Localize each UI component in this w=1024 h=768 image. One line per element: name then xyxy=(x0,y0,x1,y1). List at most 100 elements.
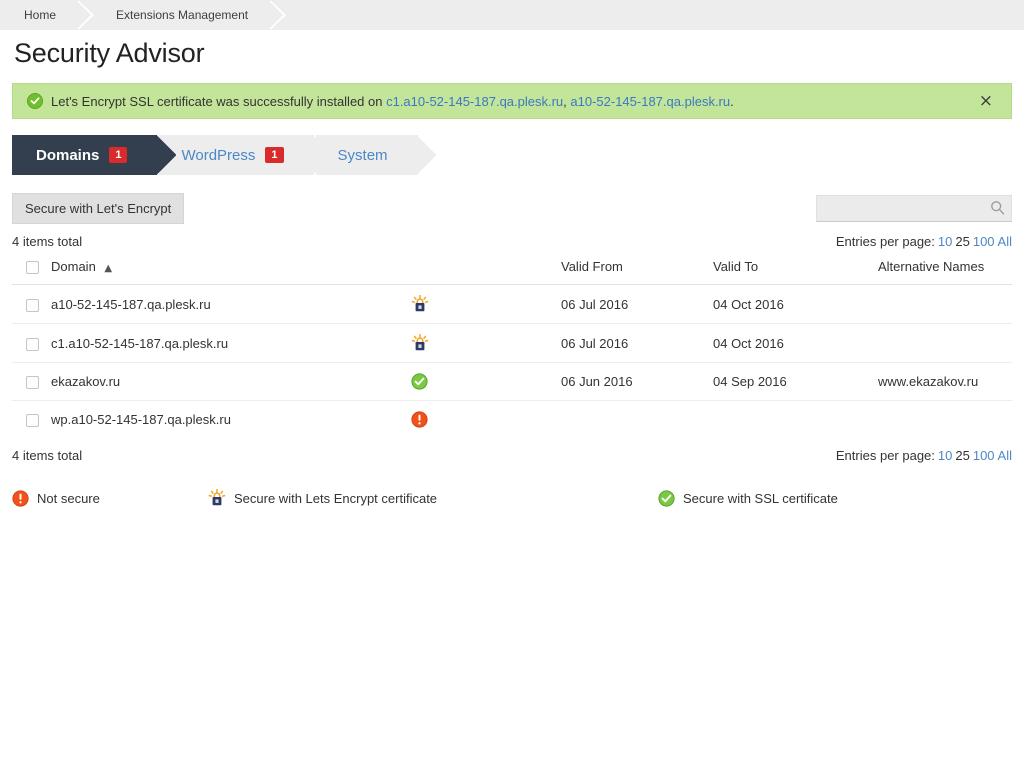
breadcrumb-item-extensions-management[interactable]: Extensions Management xyxy=(94,0,270,30)
entries-option-100[interactable]: 100 xyxy=(973,234,995,249)
table-row[interactable]: ekazakov.ru 06 Jun 2016 04 Sep 2016 www.… xyxy=(12,363,1012,401)
table-header-row: Domain ▲ Valid From Valid To Alternative… xyxy=(12,255,1012,285)
success-banner: Let's Encrypt SSL certificate was succes… xyxy=(12,83,1012,119)
row-select-cell xyxy=(12,324,45,363)
entries-per-page: Entries per page:1025 100All xyxy=(836,448,1012,463)
row-valid-from xyxy=(555,401,707,439)
banner-message: Let's Encrypt SSL certificate was succes… xyxy=(51,95,973,108)
row-domain: c1.a10-52-145-187.qa.plesk.ru xyxy=(45,324,405,363)
column-header-status xyxy=(405,255,555,285)
lets-encrypt-icon xyxy=(208,489,226,507)
entries-option-25-selected[interactable]: 25 xyxy=(955,448,969,463)
legend-label: Secure with SSL certificate xyxy=(683,491,838,506)
items-total-label: 4 items total xyxy=(12,448,82,463)
row-valid-from: 06 Jul 2016 xyxy=(555,324,707,363)
row-select-cell xyxy=(12,401,45,439)
legend-item-lets-encrypt: Secure with Lets Encrypt certificate xyxy=(208,489,658,507)
row-select-cell xyxy=(12,285,45,324)
legend-item-ssl-certificate: Secure with SSL certificate xyxy=(658,490,838,507)
breadcrumb-separator-icon xyxy=(270,0,286,30)
row-alternative-names xyxy=(872,285,1012,324)
column-header-label: Valid From xyxy=(561,259,623,274)
legend-item-not-secure: Not secure xyxy=(12,490,208,507)
breadcrumb-item-label: Extensions Management xyxy=(116,8,248,22)
not-secure-icon xyxy=(12,490,29,507)
row-select-cell xyxy=(12,363,45,401)
lets-encrypt-icon xyxy=(411,334,429,352)
entries-per-page: Entries per page:1025 100All xyxy=(836,234,1012,249)
entries-option-all[interactable]: All xyxy=(998,448,1012,463)
ssl-certificate-icon xyxy=(411,373,428,390)
breadcrumb-separator-icon xyxy=(78,0,94,30)
row-domain: wp.a10-52-145-187.qa.plesk.ru xyxy=(45,401,405,439)
breadcrumb: Home Extensions Management xyxy=(0,0,1024,30)
page-title: Security Advisor xyxy=(0,30,1024,73)
banner-text-after: . xyxy=(730,94,734,109)
tab-bar: Domains 1 WordPress 1 System xyxy=(0,135,1024,175)
row-checkbox[interactable] xyxy=(26,299,39,312)
row-domain: ekazakov.ru xyxy=(45,363,405,401)
lets-encrypt-icon xyxy=(411,295,429,313)
row-status xyxy=(405,285,555,324)
entries-per-page-label: Entries per page: xyxy=(836,448,935,463)
select-all-header xyxy=(12,255,45,285)
select-all-checkbox[interactable] xyxy=(26,261,39,274)
legend-label: Secure with Lets Encrypt certificate xyxy=(234,491,437,506)
tab-domains[interactable]: Domains 1 xyxy=(12,135,157,175)
row-status xyxy=(405,363,555,401)
table-row[interactable]: wp.a10-52-145-187.qa.plesk.ru xyxy=(12,401,1012,439)
domains-table: Domain ▲ Valid From Valid To Alternative… xyxy=(12,255,1012,438)
entries-option-100[interactable]: 100 xyxy=(973,448,995,463)
toolbar: Secure with Let's Encrypt xyxy=(12,193,1012,224)
row-alternative-names: www.ekazakov.ru xyxy=(872,363,1012,401)
entries-option-all[interactable]: All xyxy=(998,234,1012,249)
column-header-valid-from[interactable]: Valid From xyxy=(555,255,707,285)
search-box xyxy=(816,195,1012,222)
search-input[interactable] xyxy=(816,195,1012,222)
banner-domain-link-2[interactable]: a10-52-145-187.qa.plesk.ru xyxy=(570,94,730,109)
row-alternative-names xyxy=(872,401,1012,439)
column-header-domain[interactable]: Domain ▲ xyxy=(45,255,405,285)
entries-option-25-selected[interactable]: 25 xyxy=(955,234,969,249)
row-checkbox[interactable] xyxy=(26,376,39,389)
row-checkbox[interactable] xyxy=(26,414,39,427)
table-row[interactable]: c1.a10-52-145-187.qa.plesk.ru xyxy=(12,324,1012,363)
sort-ascending-icon: ▲ xyxy=(104,263,112,274)
tab-badge: 1 xyxy=(265,147,283,163)
column-header-label: Domain xyxy=(51,259,96,274)
entries-option-10[interactable]: 10 xyxy=(938,448,952,463)
row-alternative-names xyxy=(872,324,1012,363)
entries-option-10[interactable]: 10 xyxy=(938,234,952,249)
row-valid-to xyxy=(707,401,872,439)
row-domain: a10-52-145-187.qa.plesk.ru xyxy=(45,285,405,324)
column-header-label: Alternative Names xyxy=(878,259,984,274)
column-header-valid-to[interactable]: Valid To xyxy=(707,255,872,285)
tab-label: Domains xyxy=(36,147,99,164)
pagination-bottom: 4 items total Entries per page:1025 100Al… xyxy=(12,448,1012,463)
row-valid-from: 06 Jun 2016 xyxy=(555,363,707,401)
status-legend: Not secure Secure with Lets Encrypt cert… xyxy=(12,489,1012,507)
legend-label: Not secure xyxy=(37,491,100,506)
row-valid-to: 04 Oct 2016 xyxy=(707,285,872,324)
tab-wordpress[interactable]: WordPress 1 xyxy=(159,135,313,175)
secure-with-lets-encrypt-button[interactable]: Secure with Let's Encrypt xyxy=(12,193,184,224)
banner-domain-link-1[interactable]: c1.a10-52-145-187.qa.plesk.ru xyxy=(386,94,563,109)
row-valid-to: 04 Sep 2016 xyxy=(707,363,872,401)
row-status xyxy=(405,324,555,363)
column-header-alternative-names[interactable]: Alternative Names xyxy=(872,255,1012,285)
table-row[interactable]: a10-52-145-187.qa.plesk.ru xyxy=(12,285,1012,324)
not-secure-icon xyxy=(411,411,428,428)
tab-label: System xyxy=(338,147,388,164)
column-header-label: Valid To xyxy=(713,259,758,274)
breadcrumb-item-home[interactable]: Home xyxy=(0,0,78,30)
check-circle-icon xyxy=(27,93,43,109)
tab-badge: 1 xyxy=(109,147,127,163)
items-total-label: 4 items total xyxy=(12,234,82,249)
entries-per-page-label: Entries per page: xyxy=(836,234,935,249)
pagination-top: 4 items total Entries per page:1025 100Al… xyxy=(12,234,1012,249)
row-status xyxy=(405,401,555,439)
breadcrumb-item-label: Home xyxy=(24,8,56,22)
tab-label: WordPress xyxy=(181,147,255,164)
row-checkbox[interactable] xyxy=(26,338,39,351)
close-icon[interactable]: × xyxy=(973,93,999,110)
